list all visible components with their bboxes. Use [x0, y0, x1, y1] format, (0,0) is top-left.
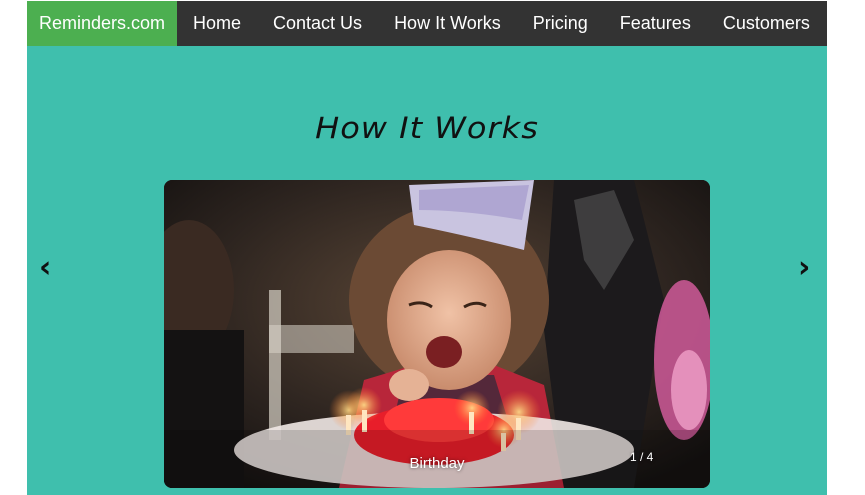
nav-link-how-it-works[interactable]: How It Works: [378, 1, 517, 46]
nav-link-pricing[interactable]: Pricing: [517, 1, 604, 46]
nav-link-home[interactable]: Home: [177, 1, 257, 46]
nav-link-features[interactable]: Features: [604, 1, 707, 46]
chevron-right-icon[interactable]: ›: [798, 253, 810, 283]
section-title: How It Works: [315, 110, 539, 146]
carousel-slide: Birthday 1 / 4: [164, 180, 710, 488]
slide-caption: Birthday: [409, 455, 465, 472]
nav-link-contact-us[interactable]: Contact Us: [257, 1, 378, 46]
brand-link[interactable]: Reminders.com: [27, 1, 177, 46]
top-navbar: Reminders.com Home Contact Us How It Wor…: [27, 1, 827, 46]
nav-link-customers[interactable]: Customers: [707, 1, 826, 46]
slide-counter: 1 / 4: [630, 450, 654, 464]
page: Reminders.com Home Contact Us How It Wor…: [27, 1, 827, 495]
birthday-photo: [164, 180, 710, 488]
chevron-left-icon[interactable]: ‹: [39, 253, 51, 283]
